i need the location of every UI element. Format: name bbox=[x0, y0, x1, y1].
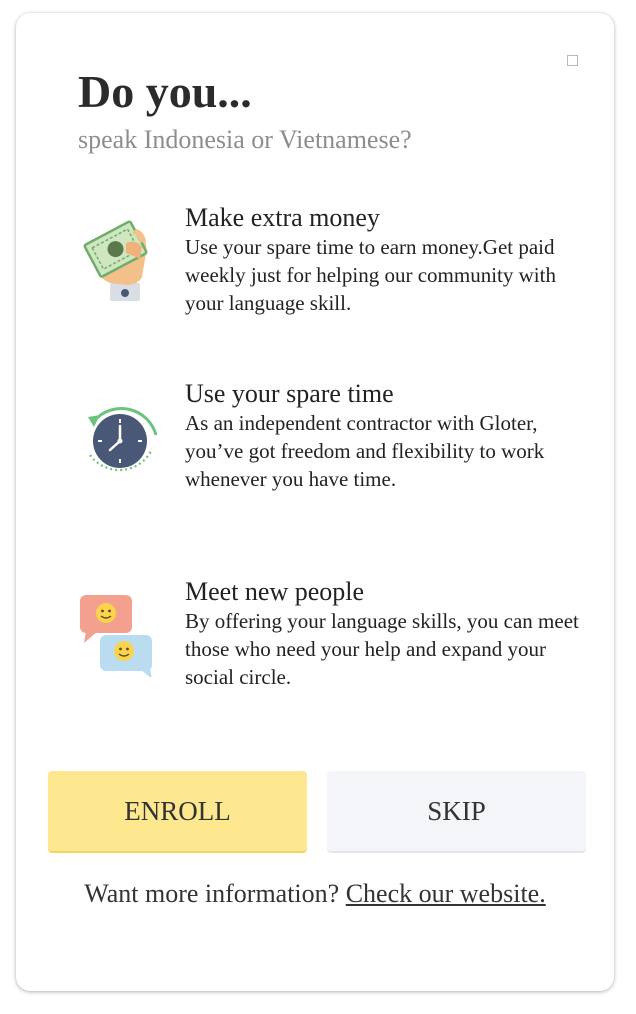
dialog-subtitle: speak Indonesia or Vietnamese? bbox=[78, 125, 412, 154]
feature-text: Meet new people By offering your languag… bbox=[185, 577, 585, 691]
feature-description: By offering your language skills, you ca… bbox=[185, 609, 579, 689]
enroll-button[interactable]: ENROLL bbox=[48, 771, 307, 853]
feature-description: As an independent contractor with Gloter… bbox=[185, 411, 545, 491]
website-link[interactable]: Check our website. bbox=[346, 879, 546, 908]
feature-text: Make extra money Use your spare time to … bbox=[185, 203, 585, 317]
feature-description: Use your spare time to earn money.Get pa… bbox=[185, 235, 556, 315]
feature-text: Use your spare time As an independent co… bbox=[185, 379, 585, 493]
footer-info: Want more information? Check our website… bbox=[16, 877, 614, 911]
close-button[interactable] bbox=[567, 55, 578, 66]
enroll-dialog: Do you... speak Indonesia or Vietnamese? bbox=[16, 13, 614, 991]
feature-title: Use your spare time bbox=[185, 379, 394, 408]
dialog-title: Do you... bbox=[78, 66, 252, 117]
feature-title: Make extra money bbox=[185, 203, 380, 232]
footer-text: Want more information? bbox=[84, 879, 340, 908]
clock-icon bbox=[76, 395, 160, 485]
money-hand-icon bbox=[76, 213, 160, 303]
skip-button[interactable]: SKIP bbox=[327, 771, 586, 853]
feature-title: Meet new people bbox=[185, 577, 365, 606]
chat-bubbles-icon bbox=[76, 587, 160, 679]
